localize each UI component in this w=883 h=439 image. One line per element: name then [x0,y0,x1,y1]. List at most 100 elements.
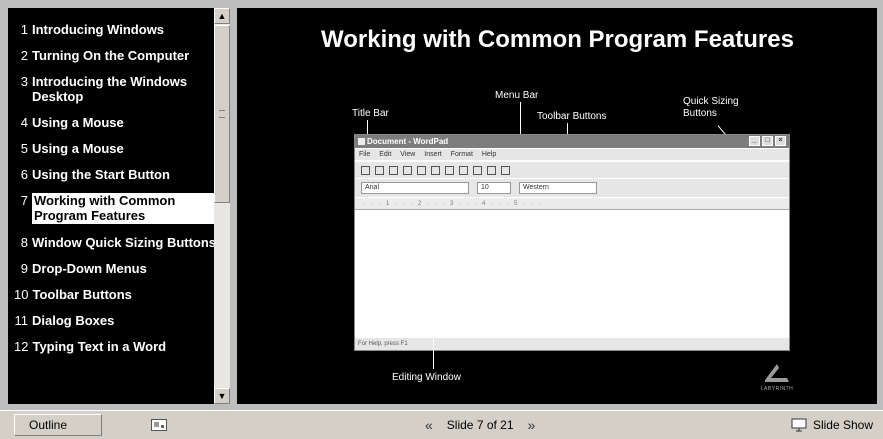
menu-help: Help [481,151,497,158]
outline-item-number: 11 [14,313,29,328]
outline-pane: 1 Introducing Windows 2 Turning On the C… [8,8,230,404]
outline-item-label: Introducing the Windows Desktop [32,74,188,104]
outline-item-label: Dialog Boxes [32,313,115,328]
outline-item-number: 9 [20,261,28,276]
outline-item-12[interactable]: 12 Typing Text in a Word [8,339,218,354]
scroll-up-icon[interactable]: ▲ [214,8,230,24]
outline-tab[interactable]: Outline [14,414,102,436]
outline-item-1[interactable]: 1 Introducing Windows [8,22,218,37]
slideshow-icon [791,418,807,432]
slide-navigation: « Slide 7 of 21 » [425,414,535,436]
outline-item-7-selected[interactable]: 7 Working with Common Program Features [8,193,218,224]
outline-item-4[interactable]: 4 Using a Mouse [8,115,218,130]
new-icon [361,166,370,176]
bottom-toolbar: Outline « Slide 7 of 21 » Slide Show [0,410,883,439]
publisher-logo: LABYRINTH [747,360,807,394]
slide-title: Working with Common Program Features [321,26,794,53]
outline-item-number: 8 [20,235,28,250]
outline-item-number: 7 [20,193,28,208]
wordpad-format-bar: Arial 10 Western [355,179,789,197]
slideshow-label: Slide Show [812,418,873,432]
outline-item-9[interactable]: 9 Drop-Down Menus [8,261,218,276]
callout-title-bar: Title Bar [352,108,389,119]
outline-item-number: 10 [14,287,29,302]
script-combo: Western [519,182,597,194]
menu-file: File [359,151,371,158]
close-icon: × [775,136,786,146]
previous-slide-icon[interactable]: « [425,417,433,433]
outline-item-number: 1 [20,22,28,37]
thumbnails-icon [151,419,167,431]
slide-canvas: Working with Common Program Features Tit… [237,8,877,404]
save-icon [389,166,398,176]
outline-item-label: Using a Mouse [32,141,124,156]
menu-edit: Edit [379,151,392,158]
outline-item-label: Turning On the Computer [32,48,190,63]
outline-item-2[interactable]: 2 Turning On the Computer [8,48,218,63]
outline-item-label: Typing Text in a Word [32,339,167,354]
outline-item-label: Window Quick Sizing Buttons [32,235,217,250]
outline-item-6[interactable]: 6 Using the Start Button [8,167,218,182]
scrollbar-grip [219,110,225,118]
callout-toolbar-buttons: Toolbar Buttons [537,111,607,122]
menu-format: Format [450,151,473,158]
slide-indicator: Slide 7 of 21 [446,418,514,432]
outline-item-label: Drop-Down Menus [32,261,147,276]
paste-icon [473,166,482,176]
slideshow-button[interactable]: Slide Show [791,414,873,436]
wordpad-statusbar: For Help, press F1 [355,338,789,350]
outline-item-number: 4 [20,115,28,130]
callout-editing-window: Editing Window [392,372,461,383]
outline-item-11[interactable]: 11 Dialog Boxes [8,313,218,328]
outline-item-number: 3 [20,74,28,89]
wordpad-window: Document - WordPad _ □ × File Edit View … [354,134,790,351]
outline-item-3[interactable]: 3 Introducing the Windows Desktop [8,74,218,104]
outline-item-label: Toolbar Buttons [32,287,132,302]
wordpad-toolbar [355,161,789,178]
outline-item-number: 5 [20,141,28,156]
size-combo: 10 [477,182,511,194]
outline-item-label: Using the Start Button [32,167,170,182]
thumbnails-button[interactable] [128,414,190,436]
find-icon [431,166,440,176]
date-icon [501,166,510,176]
logo-text: LABYRINTH [760,386,794,392]
next-slide-icon[interactable]: » [528,417,536,433]
wordpad-titlebar: Document - WordPad _ □ × [355,135,789,148]
print-icon [403,166,412,176]
callout-line [433,271,434,369]
wordpad-ruler: · · · 1 · · · 2 · · · 3 · · · 4 · · · 5 … [355,198,789,210]
undo-icon [487,166,496,176]
window-buttons: _ □ × [749,136,786,146]
outline-item-label: Using a Mouse [32,115,124,130]
scrollbar-thumb[interactable] [214,25,230,203]
font-combo: Arial [361,182,469,194]
outline-scrollbar[interactable]: ▲ ▼ [214,8,230,404]
scroll-down-icon[interactable]: ▼ [214,388,230,404]
outline-list: 1 Introducing Windows 2 Turning On the C… [8,8,220,404]
menu-view: View [400,151,416,158]
outline-item-10[interactable]: 10 Toolbar Buttons [8,287,218,302]
outline-item-number: 6 [20,167,28,182]
cut-icon [445,166,454,176]
outline-item-number: 12 [14,339,29,354]
outline-item-label: Introducing Windows [32,22,165,37]
callout-quick-sizing: Quick Sizing Buttons [683,96,739,119]
wordpad-editing-area [355,211,789,336]
presentation-viewer: 1 Introducing Windows 2 Turning On the C… [0,0,883,439]
outline-item-5[interactable]: 5 Using a Mouse [8,141,218,156]
wordpad-title: Document - WordPad [367,137,449,146]
outline-item-number: 2 [20,48,28,63]
wordpad-menubar: File Edit View Insert Format Help [355,149,789,160]
maximize-icon: □ [762,136,773,146]
minimize-icon: _ [749,136,760,146]
document-icon [358,138,365,145]
outline-item-label: Working with Common Program Features [32,193,218,224]
menu-insert: Insert [424,151,442,158]
open-icon [375,166,384,176]
logo-mark [765,364,789,382]
preview-icon [417,166,426,176]
outline-item-8[interactable]: 8 Window Quick Sizing Buttons [8,235,218,250]
copy-icon [459,166,468,176]
callout-menu-bar: Menu Bar [495,90,539,101]
